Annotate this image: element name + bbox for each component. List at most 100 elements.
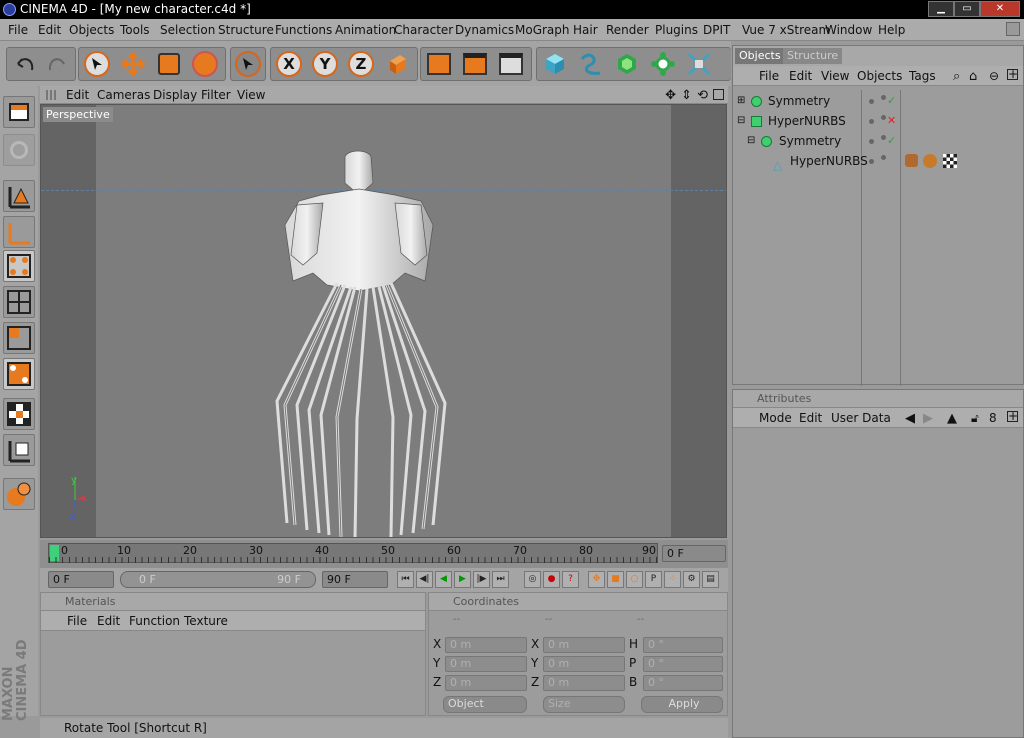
object-mode-icon[interactable] (3, 216, 35, 248)
play-backward-icon[interactable]: ◀ (435, 571, 452, 588)
forward-icon[interactable]: ▶ (923, 411, 933, 426)
coord-mode-dropdown[interactable]: Object (443, 696, 527, 713)
maximize-button[interactable]: ▭ (954, 1, 980, 17)
timeline[interactable]: 0 10 20 30 40 50 60 70 80 90 0 F (40, 540, 728, 568)
undo-icon[interactable] (9, 49, 39, 79)
search-icon[interactable]: ⌕ (953, 69, 960, 84)
up-icon[interactable]: ▲ (947, 411, 957, 426)
viewport-zoom-icon[interactable]: ⇕ (681, 88, 692, 103)
timeline-ruler[interactable]: 0 10 20 30 40 50 60 70 80 90 (48, 543, 658, 563)
menu-help[interactable]: Help (878, 23, 905, 37)
key-scale-icon[interactable]: ■ (607, 571, 624, 588)
menu-settings-icon[interactable] (1006, 22, 1020, 36)
viewport-rotate-icon[interactable]: ⟲ (697, 88, 708, 103)
lock-icon[interactable]: 🔓︎ (971, 411, 979, 426)
texture-mode-icon[interactable] (3, 398, 35, 430)
new-panel-icon[interactable]: + (1007, 68, 1018, 80)
tab-objects[interactable]: Objects (735, 48, 785, 64)
menu-selection[interactable]: Selection (160, 23, 215, 37)
viewport-maximize-icon[interactable] (713, 89, 724, 100)
array-icon[interactable] (648, 49, 678, 79)
visibility-editor-icon[interactable] (869, 139, 874, 144)
live-selection-icon[interactable] (82, 49, 112, 79)
collapse-icon[interactable]: ⊟ (737, 111, 745, 131)
material-tag-icon[interactable] (923, 154, 937, 168)
menu-dpit[interactable]: DPIT (703, 23, 730, 37)
menu-functions[interactable]: Functions (275, 23, 332, 37)
viewport-menu-display[interactable]: Display (153, 88, 197, 102)
render-view-icon[interactable] (424, 49, 454, 79)
polygons-mode-icon[interactable] (3, 322, 35, 354)
attributes-menu-mode[interactable]: Mode (759, 411, 792, 425)
key-position-icon[interactable]: ✥ (588, 571, 605, 588)
viewport-menu-view[interactable]: View (237, 88, 265, 102)
materials-menu-function[interactable]: Function (129, 614, 180, 628)
z-axis-lock-icon[interactable]: Z (346, 49, 376, 79)
back-icon[interactable]: ◀ (905, 411, 915, 426)
render-picture-viewer-icon[interactable] (460, 49, 490, 79)
objects-menu-view[interactable]: View (821, 69, 849, 83)
viewport-menu-edit[interactable]: Edit (66, 88, 89, 102)
auto-keying-icon[interactable]: ● (543, 571, 560, 588)
enabled-check-icon[interactable]: ✓ (887, 131, 896, 151)
last-tool-icon[interactable] (233, 49, 263, 79)
menu-mograph[interactable]: MoGraph (515, 23, 570, 37)
viewport-menu-cameras[interactable]: Cameras (97, 88, 150, 102)
key-points-icon[interactable]: ⁘ (664, 571, 681, 588)
current-frame-field[interactable]: 0 F (662, 545, 726, 562)
character-model[interactable]: y x z (41, 105, 727, 538)
objects-menu-file[interactable]: File (759, 69, 779, 83)
end-frame-field[interactable]: 90 F (322, 571, 388, 588)
rotate-icon[interactable] (190, 49, 220, 79)
sculpt-mode-icon[interactable] (3, 478, 35, 510)
expand-icon[interactable]: ⊞ (737, 91, 745, 111)
visibility-render-icon[interactable] (881, 115, 886, 120)
menu-plugins[interactable]: Plugins (655, 23, 698, 37)
key-parameter-icon[interactable]: P (645, 571, 662, 588)
position-x-field[interactable]: 0 m (445, 637, 527, 653)
coordinate-system-icon[interactable] (382, 49, 412, 79)
close-button[interactable]: ✕ (980, 1, 1020, 17)
menu-vue[interactable]: Vue 7 xStream (742, 23, 830, 37)
home-icon[interactable]: ⌂ (969, 69, 977, 84)
key-pla-icon[interactable]: ⚙ (683, 571, 700, 588)
view-mode-icon[interactable] (3, 96, 35, 128)
go-to-start-icon[interactable]: ⏮ (397, 571, 414, 588)
apply-button[interactable]: Apply (641, 696, 723, 713)
object-row[interactable]: ⊟ Symmetry ✓ (733, 131, 1021, 151)
attributes-menu-user-data[interactable]: User Data (831, 411, 891, 425)
y-axis-lock-icon[interactable]: Y (310, 49, 340, 79)
points-mode-icon[interactable] (3, 250, 35, 282)
phong-tag-icon[interactable] (905, 154, 918, 167)
menu-animation[interactable]: Animation (335, 23, 396, 37)
menu-window[interactable]: Window (825, 23, 872, 37)
enabled-check-icon[interactable]: ✓ (887, 91, 896, 111)
step-forward-icon[interactable]: |▶ (473, 571, 490, 588)
visibility-editor-icon[interactable] (869, 119, 874, 124)
uvw-tag-icon[interactable] (943, 154, 957, 168)
collapse-icon[interactable]: ⊟ (747, 131, 755, 151)
viewport-move-icon[interactable]: ✥ (665, 88, 676, 103)
nurbs-icon[interactable] (612, 49, 642, 79)
link-icon[interactable]: ⊖ (989, 69, 999, 83)
tab-structure[interactable]: Structure (783, 48, 843, 64)
menu-structure[interactable]: Structure (218, 23, 274, 37)
cube-primitive-icon[interactable] (540, 49, 570, 79)
minimize-button[interactable]: ▁ (928, 1, 954, 17)
go-to-end-icon[interactable]: ⏭ (492, 571, 509, 588)
link-icon[interactable]: 8 (989, 411, 997, 425)
visibility-render-icon[interactable] (881, 95, 886, 100)
materials-menu-texture[interactable]: Texture (184, 614, 228, 628)
key-rotation-icon[interactable]: ○ (626, 571, 643, 588)
redo-icon[interactable] (43, 49, 73, 79)
disabled-cross-icon[interactable]: ✕ (887, 111, 896, 131)
rotation-h-field[interactable]: 0 ° (643, 637, 723, 653)
viewport-menu-filter[interactable]: Filter (201, 88, 231, 102)
rotation-b-field[interactable]: 0 ° (643, 675, 723, 691)
object-axis-icon[interactable] (3, 180, 35, 212)
step-back-icon[interactable]: ◀| (416, 571, 433, 588)
objects-menu-objects[interactable]: Objects (857, 69, 902, 83)
rotation-p-field[interactable]: 0 ° (643, 656, 723, 672)
visibility-editor-icon[interactable] (869, 99, 874, 104)
position-z-field[interactable]: 0 m (445, 675, 527, 691)
